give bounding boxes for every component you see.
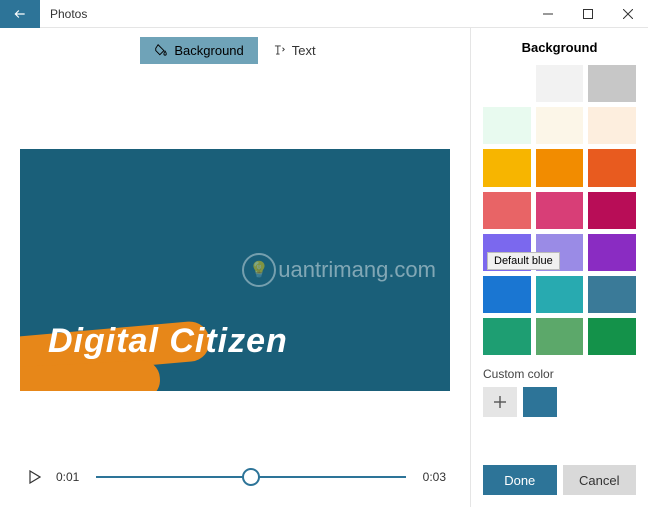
title-card-text: Digital Citizen (48, 322, 288, 361)
tab-bar: Background Text (0, 28, 470, 72)
watermark-icon: 💡 (242, 253, 276, 287)
color-swatch[interactable] (483, 65, 531, 102)
title-card-preview: Digital Citizen 💡 uantrimang.com (20, 149, 450, 391)
close-button[interactable] (608, 0, 648, 28)
title-bar: Photos (0, 0, 648, 28)
color-swatch[interactable] (588, 149, 636, 186)
tab-text-label: Text (292, 43, 316, 58)
color-tooltip: Default blue (487, 252, 560, 270)
total-time: 0:03 (416, 470, 446, 484)
color-swatch[interactable] (536, 65, 584, 102)
back-button[interactable] (0, 0, 40, 28)
custom-color-label: Custom color (483, 367, 636, 381)
color-swatch[interactable]: Default blue (483, 276, 531, 313)
color-swatch[interactable] (588, 318, 636, 355)
color-swatch[interactable] (483, 318, 531, 355)
panel-title: Background (483, 40, 636, 55)
color-swatch[interactable] (588, 107, 636, 144)
color-swatch-grid: Default blue (483, 65, 636, 355)
color-swatch[interactable] (536, 192, 584, 229)
text-icon (272, 43, 286, 57)
color-swatch[interactable] (483, 107, 531, 144)
color-swatch[interactable] (588, 234, 636, 271)
play-button[interactable] (24, 470, 46, 484)
play-icon (29, 470, 41, 484)
player-controls: 0:01 0:03 (0, 447, 470, 507)
background-panel: Background Default blue Custom color Don… (470, 28, 648, 507)
plus-icon (494, 396, 506, 408)
tab-background-label: Background (174, 43, 243, 58)
watermark-text: uantrimang.com (278, 257, 436, 283)
color-swatch[interactable] (536, 318, 584, 355)
color-swatch[interactable] (588, 65, 636, 102)
done-button[interactable]: Done (483, 465, 557, 495)
app-title: Photos (50, 7, 87, 21)
paint-bucket-icon (154, 43, 168, 57)
current-time: 0:01 (56, 470, 86, 484)
window-controls (528, 0, 648, 28)
tab-background[interactable]: Background (140, 37, 257, 64)
color-swatch[interactable] (536, 276, 584, 313)
maximize-button[interactable] (568, 0, 608, 28)
timeline-slider[interactable] (96, 468, 406, 486)
color-swatch[interactable] (588, 276, 636, 313)
watermark: 💡 uantrimang.com (242, 253, 436, 287)
slider-thumb[interactable] (242, 468, 260, 486)
color-swatch[interactable] (536, 107, 584, 144)
color-swatch[interactable] (536, 149, 584, 186)
minimize-button[interactable] (528, 0, 568, 28)
add-custom-color-button[interactable] (483, 387, 517, 417)
cancel-button[interactable]: Cancel (563, 465, 637, 495)
color-swatch[interactable] (588, 192, 636, 229)
tab-text[interactable]: Text (258, 37, 330, 64)
arrow-left-icon (13, 7, 27, 21)
color-swatch[interactable] (483, 149, 531, 186)
main-area: Background Text Digital Citizen 💡 uantri… (0, 28, 470, 507)
custom-color-chip[interactable] (523, 387, 557, 417)
color-swatch[interactable] (483, 192, 531, 229)
